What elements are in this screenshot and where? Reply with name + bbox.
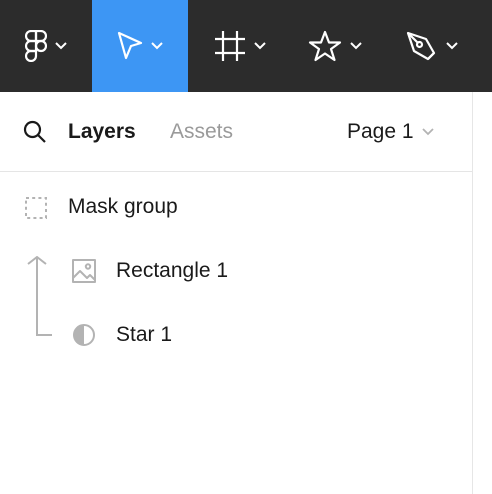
page-selector[interactable]: Page 1 [347,120,434,144]
toolbar [0,0,492,92]
frame-hash-icon [214,30,246,62]
panel-header: Layers Assets Page 1 [0,92,472,172]
pen-nib-icon [404,29,438,63]
move-tool-button[interactable] [92,0,188,92]
figma-logo-icon [25,30,47,62]
layer-row-mask-group[interactable]: Mask group [0,177,472,237]
image-icon [72,259,96,288]
chevron-down-icon [254,42,266,50]
panel-scrollbar[interactable] [472,92,492,494]
chevron-down-icon [421,123,434,141]
frame-tool-button[interactable] [214,0,294,92]
tab-assets[interactable]: Assets [170,120,233,144]
chevron-down-icon [55,42,67,50]
pen-tool-button[interactable] [404,0,484,92]
chevron-down-icon [446,42,458,50]
page-selector-label: Page 1 [347,120,414,143]
tab-layers[interactable]: Layers [68,120,136,144]
layer-label: Mask group [68,195,178,218]
chevron-down-icon [350,42,362,50]
main-menu-button[interactable] [0,0,92,92]
shape-tool-button[interactable] [308,0,388,92]
chevron-down-icon [151,42,163,50]
layer-row-rectangle-1[interactable]: Rectangle 1 [0,241,472,301]
mask-group-icon [25,197,47,224]
layer-row-star-1[interactable]: Star 1 [0,305,472,365]
search-icon[interactable] [23,120,47,149]
layer-label: Star 1 [116,323,173,346]
layers-panel: Layers Assets Page 1 Mask group Rectangl… [0,92,472,494]
mask-half-circle-icon [72,323,96,352]
star-icon [308,30,342,62]
cursor-arrow-icon [117,31,143,61]
layer-label: Rectangle 1 [116,259,229,282]
